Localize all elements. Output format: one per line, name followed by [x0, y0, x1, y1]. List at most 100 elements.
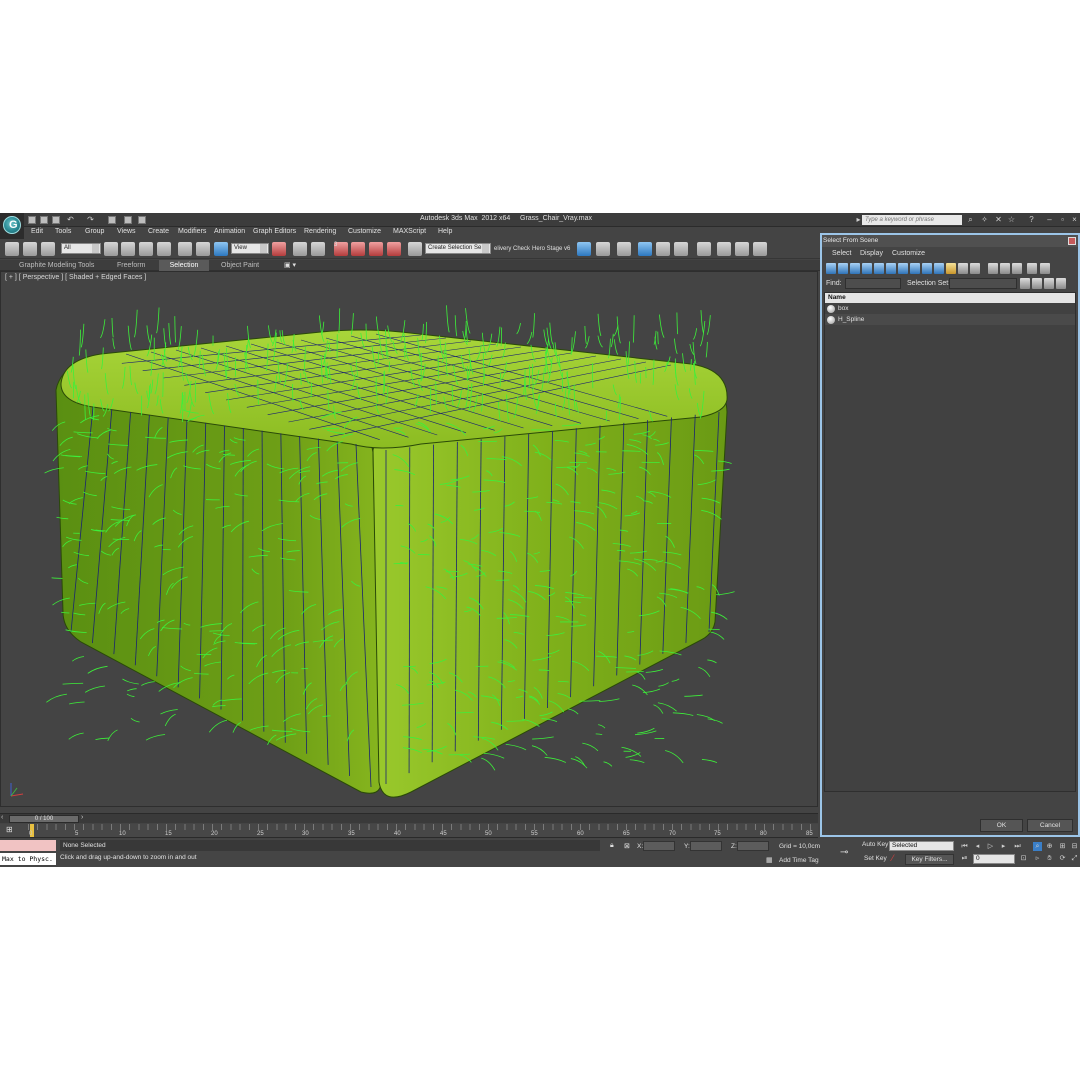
auto-key-button[interactable]: Auto Key	[862, 841, 888, 848]
menu-rendering[interactable]: Rendering	[304, 228, 336, 235]
list-item[interactable]: H_Spline	[825, 314, 1075, 325]
viewport-label[interactable]: [ + ] [ Perspective ] [ Shaded + Edged F…	[5, 274, 146, 281]
open-file-icon[interactable]	[40, 216, 48, 224]
help-icon[interactable]: ?	[1027, 215, 1036, 224]
select-invert-icon[interactable]	[1012, 263, 1022, 274]
tab-object-paint[interactable]: Object Paint	[215, 260, 265, 271]
key-icon[interactable]: ⊸	[840, 847, 848, 858]
maxscript-listener-mini[interactable]	[0, 840, 56, 851]
quick-access-icon[interactable]	[138, 216, 146, 224]
curve-editor-icon[interactable]	[656, 242, 670, 256]
chevron-left-icon[interactable]: ‹	[1, 814, 3, 821]
percent-snap-icon[interactable]	[369, 242, 383, 256]
sort-icon[interactable]	[1020, 278, 1030, 289]
perspective-viewport[interactable]: [ + ] [ Perspective ] [ Shaded + Edged F…	[0, 271, 818, 807]
display-xrefs-icon[interactable]	[910, 263, 920, 274]
time-configuration-icon[interactable]: ⊡	[1019, 854, 1028, 863]
scene-object-list[interactable]: Name box H_Spline	[824, 292, 1076, 792]
key-filters-button[interactable]: Key Filters...	[905, 854, 954, 865]
set-key-button[interactable]: Set Key	[864, 855, 887, 862]
schematic-view-icon[interactable]	[674, 242, 688, 256]
menu-views[interactable]: Views	[117, 228, 136, 235]
new-file-icon[interactable]	[28, 216, 36, 224]
display-shapes-icon[interactable]	[838, 263, 848, 274]
menu-create[interactable]: Create	[148, 228, 169, 235]
edit-named-selection-icon[interactable]	[408, 242, 422, 256]
ribbon-options-icon[interactable]: ▣ ▾	[278, 260, 302, 271]
graphite-toggle-icon[interactable]	[638, 242, 652, 256]
keyword-search-input[interactable]: Type a keyword or phrase	[862, 215, 962, 225]
quick-access-icon[interactable]	[124, 216, 132, 224]
add-time-tag[interactable]: Add Time Tag	[779, 857, 819, 864]
bind-space-warp-icon[interactable]	[41, 242, 55, 256]
material-editor-icon[interactable]	[697, 242, 711, 256]
dialog-title[interactable]: Select From Scene	[822, 235, 1078, 247]
rectangular-selection-icon[interactable]	[139, 242, 153, 256]
render-production-icon[interactable]	[753, 242, 767, 256]
dialog-close-icon[interactable]	[1068, 237, 1076, 245]
sort-icon[interactable]	[1044, 278, 1054, 289]
reference-coordinate-dropdown[interactable]: View	[231, 243, 269, 254]
y-coord-field[interactable]	[690, 841, 722, 851]
communication-icon[interactable]: ✕	[994, 215, 1003, 224]
x-coord-field[interactable]	[643, 841, 675, 851]
curve-editor-mini-icon[interactable]: ⊞	[6, 825, 13, 834]
window-crossing-icon[interactable]	[157, 242, 171, 256]
maximize-viewport-icon[interactable]: ⤢	[1070, 854, 1079, 863]
key-mode-toggle-icon[interactable]: ⏯	[960, 854, 969, 863]
menu-tools[interactable]: Tools	[55, 228, 71, 235]
select-manipulate-icon[interactable]	[293, 242, 307, 256]
favorites-star-icon[interactable]: ☆	[1007, 215, 1016, 224]
z-coord-field[interactable]	[737, 841, 769, 851]
mirror-icon[interactable]	[577, 242, 591, 256]
menu-modifiers[interactable]: Modifiers	[178, 228, 206, 235]
spinner-snap-icon[interactable]	[387, 242, 401, 256]
selection-set-dropdown[interactable]	[949, 278, 1017, 289]
select-all-icon[interactable]	[988, 263, 998, 274]
display-hidden-icon[interactable]	[958, 263, 968, 274]
filter-icon[interactable]	[1027, 263, 1037, 274]
tab-selection[interactable]: Selection	[159, 260, 209, 271]
name-column-header[interactable]: Name	[825, 293, 1075, 303]
select-and-move-icon[interactable]	[178, 242, 192, 256]
time-slider-thumb[interactable]: 0 / 100	[9, 815, 79, 823]
render-setup-icon[interactable]	[717, 242, 731, 256]
rendered-frame-window-icon[interactable]	[735, 242, 749, 256]
lock-selection-icon[interactable]: 🔒︎	[610, 842, 614, 850]
absolute-mode-icon[interactable]: ⊠	[624, 842, 630, 850]
sort-icon[interactable]	[1056, 278, 1066, 289]
list-item[interactable]: box	[825, 303, 1075, 314]
tab-freeform[interactable]: Freeform	[111, 260, 151, 271]
play-icon[interactable]: ▷	[986, 842, 995, 851]
zoom-extents-all-icon[interactable]: ⊟	[1070, 842, 1079, 851]
menu-customize[interactable]: Customize	[348, 228, 381, 235]
tools-icon[interactable]: ✧	[980, 215, 989, 224]
select-and-link-icon[interactable]	[5, 242, 19, 256]
orbit-icon[interactable]: ⟳	[1058, 854, 1067, 863]
select-by-name-icon[interactable]	[121, 242, 135, 256]
select-none-icon[interactable]	[1000, 263, 1010, 274]
dialog-menu-select[interactable]: Select	[832, 250, 851, 257]
align-icon[interactable]	[596, 242, 610, 256]
display-frozen-icon[interactable]	[946, 263, 956, 274]
menu-maxscript[interactable]: MAXScript	[393, 228, 426, 235]
maximize-icon[interactable]: ▫	[1058, 215, 1067, 224]
display-helpers-icon[interactable]	[874, 263, 884, 274]
redo-icon[interactable]: ↷	[86, 215, 95, 224]
previous-frame-icon[interactable]: ◂	[973, 842, 982, 851]
zoom-all-icon[interactable]: ⊕	[1045, 842, 1054, 851]
menu-edit[interactable]: Edit	[31, 228, 43, 235]
display-geometry-icon[interactable]	[826, 263, 836, 274]
chevron-right-icon[interactable]: ›	[81, 814, 83, 821]
dialog-menu-display[interactable]: Display	[860, 250, 883, 257]
display-lights-icon[interactable]	[850, 263, 860, 274]
menu-group[interactable]: Group	[85, 228, 104, 235]
unlink-icon[interactable]	[23, 242, 37, 256]
filter-options-icon[interactable]	[1040, 263, 1050, 274]
find-input[interactable]	[845, 278, 901, 289]
save-file-icon[interactable]	[52, 216, 60, 224]
track-bar[interactable]: ⊞ 0 5 10 15 20 25 30 35 40 45 50 55 60 6…	[0, 824, 818, 838]
undo-icon[interactable]: ↶	[66, 215, 75, 224]
pivot-center-icon[interactable]	[272, 242, 286, 256]
project-folder-icon[interactable]	[108, 216, 116, 224]
